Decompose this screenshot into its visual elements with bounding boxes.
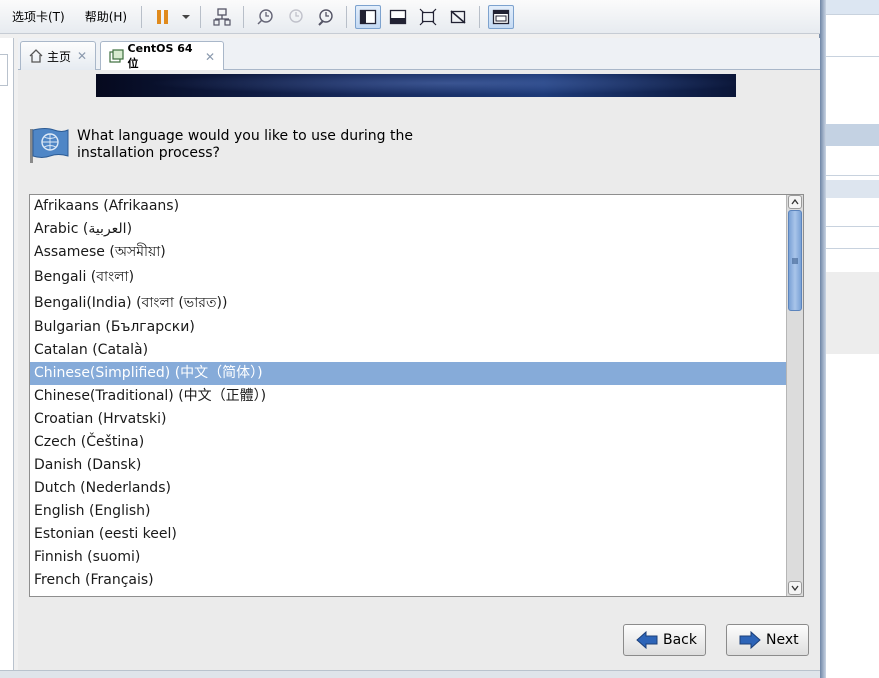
language-item[interactable]: Bengali(India) (বাংলা (ভারত)) (30, 290, 786, 316)
language-item[interactable]: Catalan (Català) (30, 339, 786, 362)
tab-centos[interactable]: CentOS 64 位 ✕ (100, 41, 224, 71)
bg-panel (826, 272, 879, 354)
back-button[interactable]: Back (623, 624, 706, 656)
tab-centos-label: CentOS 64 位 (127, 42, 193, 70)
bg-divider (826, 248, 879, 249)
bg-header (826, 0, 879, 14)
bg-divider (826, 226, 879, 227)
toolbar-separator (200, 5, 202, 28)
language-item[interactable]: Chinese(Simplified) (中文（简体）) (30, 362, 786, 385)
back-button-label: Back (663, 632, 697, 648)
toolbar-separator (346, 5, 348, 28)
bg-divider (826, 56, 879, 57)
bg-band (826, 124, 879, 146)
snapshot-clock-icon (257, 8, 273, 25)
revert-clock-icon (289, 8, 303, 23)
library-cell (0, 54, 8, 86)
language-item[interactable]: Bulgarian (Български) (30, 316, 786, 339)
pause-icon (157, 9, 169, 24)
question-line-2: installation process? (77, 145, 220, 161)
close-icon[interactable]: ✕ (205, 50, 215, 64)
send-keys-button[interactable] (209, 5, 235, 29)
language-item[interactable]: Afrikaans (Afrikaans) (30, 195, 786, 218)
installer-question: What language would you like to use duri… (77, 128, 437, 162)
library-strip (0, 38, 14, 678)
next-button[interactable]: Next (726, 624, 809, 656)
language-item[interactable]: English (English) (30, 500, 786, 523)
tab-home[interactable]: 主页 ✕ (20, 41, 96, 70)
thumbnail-bar-button[interactable] (488, 4, 515, 29)
menu-tabs[interactable]: 选项卡(T) (0, 8, 73, 25)
tab-bar: 主页 ✕ CentOS 64 位 ✕ (18, 38, 820, 71)
console-layout-icon (389, 9, 407, 24)
vm-icon (109, 49, 124, 63)
toolbar-separator (479, 5, 481, 28)
scroll-thumb[interactable] (788, 210, 802, 311)
view-console-button[interactable] (385, 5, 411, 29)
close-icon[interactable]: ✕ (77, 49, 87, 63)
language-item[interactable]: Finnish (suomi) (30, 546, 786, 569)
language-item[interactable]: Dutch (Nederlands) (30, 477, 786, 500)
language-item[interactable]: Estonian (eesti keel) (30, 523, 786, 546)
language-item[interactable]: Assamese (অসমীয়া) (30, 241, 786, 264)
language-item[interactable]: Danish (Dansk) (30, 454, 786, 477)
unity-icon (450, 9, 466, 24)
vmware-window: 选项卡(T) 帮助(H) 主页 ✕ CentOS 64 位 ✕ What lan… (0, 0, 820, 678)
next-button-label: Next (766, 632, 799, 648)
language-list[interactable]: Afrikaans (Afrikaans) Arabic (العربية) Ass… (29, 194, 804, 597)
revert-snapshot-button[interactable] (282, 5, 308, 29)
language-item[interactable]: Chinese(Traditional) (中文（正體）) (30, 385, 786, 408)
language-item[interactable]: Czech (Čeština) (30, 431, 786, 454)
language-item[interactable]: Bengali (বাংলা) (30, 264, 786, 290)
arrow-right-icon (739, 631, 761, 649)
menu-help[interactable]: 帮助(H) (73, 8, 135, 25)
unity-button[interactable] (445, 5, 471, 29)
bg-divider (826, 175, 879, 176)
bg-divider (826, 14, 879, 15)
installer-banner (96, 74, 736, 97)
pause-dropdown[interactable] (180, 5, 192, 29)
question-line-1: What language would you like to use duri… (77, 128, 413, 144)
chevron-up-icon (791, 199, 799, 205)
pause-button[interactable] (150, 5, 176, 29)
grip-icon (792, 258, 798, 263)
snapshot-button[interactable] (252, 5, 278, 29)
scroll-down-button[interactable] (788, 581, 802, 595)
language-item[interactable]: French (Français) (30, 569, 786, 592)
guest-console[interactable]: What language would you like to use duri… (18, 70, 820, 670)
fullscreen-button[interactable] (415, 5, 441, 29)
language-item[interactable]: Arabic (العربية) (30, 218, 786, 241)
snapshot-manager-icon (318, 8, 333, 26)
fullscreen-icon (419, 8, 437, 25)
language-list-scrollbar[interactable] (786, 195, 803, 596)
network-icon (213, 7, 231, 26)
toolbar-separator (141, 5, 143, 28)
menubar: 选项卡(T) 帮助(H) (0, 0, 820, 34)
window-icon (492, 9, 510, 24)
chevron-down-icon (791, 585, 799, 591)
language-item[interactable]: Croatian (Hrvatski) (30, 408, 786, 431)
bg-band (826, 180, 879, 198)
arrow-left-icon (636, 631, 658, 649)
snapshot-manager-button[interactable] (312, 5, 338, 29)
toolbar-separator (243, 5, 245, 28)
sidebar-layout-icon (359, 9, 377, 24)
language-items: Afrikaans (Afrikaans) Arabic (العربية) Ass… (30, 195, 786, 592)
tab-home-label: 主页 (47, 49, 72, 64)
status-bar (0, 670, 820, 678)
language-flag-icon (30, 128, 69, 163)
home-icon (29, 49, 43, 63)
view-library-button[interactable] (355, 4, 382, 29)
chevron-down-icon (182, 14, 191, 19)
background-window (826, 0, 879, 678)
scroll-up-button[interactable] (788, 195, 802, 209)
